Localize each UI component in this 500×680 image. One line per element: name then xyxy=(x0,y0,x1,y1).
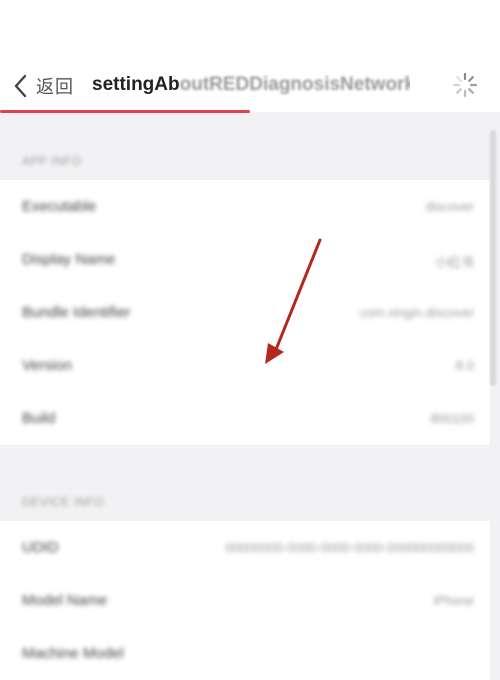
row-label: Version xyxy=(22,357,73,374)
row-value: 00000000-0000-0000-0000-000000000000 xyxy=(225,540,474,555)
list-item[interactable]: Display Name 小红书 xyxy=(0,233,490,286)
row-label: Display Name xyxy=(22,251,116,268)
row-label: UDID xyxy=(22,539,59,556)
app-info-list: Executable discover Display Name 小红书 Bun… xyxy=(0,180,490,445)
row-label: Executable xyxy=(22,198,97,215)
list-item[interactable]: Model Name iPhone xyxy=(0,574,490,627)
back-button[interactable]: 返回 xyxy=(12,70,74,102)
section-header-device-info: DEVICE INFO xyxy=(0,445,490,521)
section-header-app-info: APP INFO xyxy=(0,114,490,180)
row-label: Machine Model xyxy=(22,645,124,662)
row-value: iPhone xyxy=(433,593,474,608)
page-load-progress-fill xyxy=(0,110,250,113)
chevron-left-icon xyxy=(14,74,27,98)
list-item[interactable]: Version 8.0 xyxy=(0,339,490,392)
page-title-faded: outREDDiagnosisNetwork xyxy=(179,74,410,95)
list-item[interactable]: Bundle Identifier com.xingin.discover xyxy=(0,286,490,339)
row-label: Build xyxy=(22,410,56,427)
row-value: discover xyxy=(425,199,474,214)
nav-bar: 返回 settingAboutREDDiagnosisNetwork xyxy=(0,0,500,112)
settings-list: APP INFO Executable discover Display Nam… xyxy=(0,114,490,680)
list-item[interactable]: Machine Model xyxy=(0,627,490,680)
section-title: APP INFO xyxy=(22,154,82,168)
loading-spinner-icon xyxy=(452,72,478,98)
row-value: 小红书 xyxy=(434,255,474,270)
row-value: com.xingin.discover xyxy=(359,305,474,320)
back-label: 返回 xyxy=(36,77,74,97)
row-value: 8.0 xyxy=(455,358,474,373)
page-title-main: settingAb xyxy=(92,74,180,95)
section-title: DEVICE INFO xyxy=(22,495,105,509)
row-value: 800100 xyxy=(430,411,474,426)
scrollbar[interactable] xyxy=(490,130,496,386)
page-title: settingAboutREDDiagnosisNetwork xyxy=(92,74,410,96)
list-item[interactable]: Executable discover xyxy=(0,180,490,233)
row-label: Bundle Identifier xyxy=(22,304,131,321)
device-info-list: UDID 00000000-0000-0000-0000-00000000000… xyxy=(0,521,490,680)
list-item[interactable]: Build 800100 xyxy=(0,392,490,445)
row-label: Model Name xyxy=(22,592,108,609)
list-item[interactable]: UDID 00000000-0000-0000-0000-00000000000… xyxy=(0,521,490,574)
